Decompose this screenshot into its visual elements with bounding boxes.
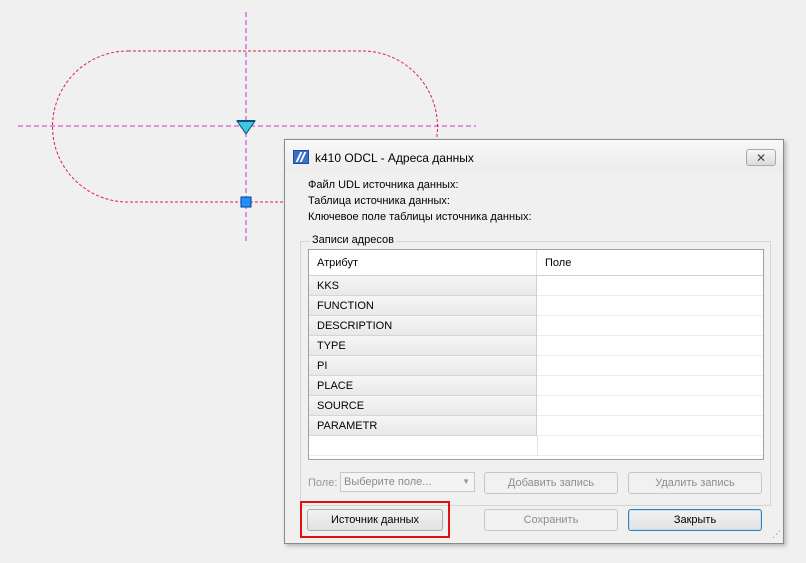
table-row[interactable]: PI	[309, 356, 763, 376]
key-field-label: Ключевое поле таблицы источника данных:	[308, 211, 532, 223]
table-row[interactable]: PLACE	[309, 376, 763, 396]
attribute-cell[interactable]: PI	[309, 356, 537, 376]
table-row[interactable]: DESCRIPTION	[309, 316, 763, 336]
chevron-down-icon: ▼	[462, 477, 470, 486]
insertion-triangle-icon[interactable]	[236, 120, 256, 135]
add-record-button[interactable]: Добавить запись	[484, 472, 618, 494]
address-dialog: k410 ODCL - Адреса данных ✕ Файл UDL ист…	[284, 139, 784, 544]
grid-body: KKS FUNCTION DESCRIPTION TYPE PI PLACE SOURCE P…	[309, 276, 763, 456]
attribute-cell[interactable]: FUNCTION	[309, 296, 537, 316]
udl-file-label: Файл UDL источника данных:	[308, 179, 459, 191]
field-cell[interactable]	[537, 336, 763, 356]
highlight-box	[300, 501, 450, 538]
field-cell[interactable]	[537, 416, 763, 436]
attribute-cell[interactable]: SOURCE	[309, 396, 537, 416]
table-row[interactable]: KKS	[309, 276, 763, 296]
table-row[interactable]: FUNCTION	[309, 296, 763, 316]
app-icon	[293, 150, 309, 164]
attribute-cell[interactable]: PLACE	[309, 376, 537, 396]
field-select[interactable]: Выберите поле... ▼	[340, 472, 475, 492]
attribute-cell[interactable]: KKS	[309, 276, 537, 296]
save-button[interactable]: Сохранить	[484, 509, 618, 531]
new-row-cell[interactable]	[537, 436, 763, 456]
close-icon[interactable]: ✕	[746, 149, 776, 166]
grip-square[interactable]	[240, 196, 252, 208]
column-header-field[interactable]: Поле	[537, 250, 763, 275]
resize-grip-icon[interactable]: ⋰	[772, 529, 781, 540]
new-row[interactable]	[309, 436, 763, 456]
field-cell[interactable]	[537, 296, 763, 316]
field-label: Поле:	[308, 477, 338, 489]
field-select-value: Выберите поле...	[344, 476, 432, 488]
attribute-cell[interactable]: PARAMETR	[309, 416, 537, 436]
dialog-title: k410 ODCL - Адреса данных	[315, 151, 474, 165]
table-row[interactable]: TYPE	[309, 336, 763, 356]
table-row[interactable]: SOURCE	[309, 396, 763, 416]
field-cell[interactable]	[537, 316, 763, 336]
close-button[interactable]: Закрыть	[628, 509, 762, 531]
column-header-attribute[interactable]: Атрибут	[309, 250, 537, 275]
delete-record-button[interactable]: Удалить запись	[628, 472, 762, 494]
field-cell[interactable]	[537, 276, 763, 296]
field-cell[interactable]	[537, 376, 763, 396]
title-bar[interactable]: k410 ODCL - Адреса данных ✕	[285, 140, 783, 171]
source-table-label: Таблица источника данных:	[308, 195, 450, 207]
table-row[interactable]: PARAMETR	[309, 416, 763, 436]
address-grid[interactable]: Атрибут Поле KKS FUNCTION DESCRIPTION TYPE P…	[308, 249, 764, 460]
group-label: Записи адресов	[310, 234, 396, 246]
field-cell[interactable]	[537, 356, 763, 376]
attribute-cell[interactable]: TYPE	[309, 336, 537, 356]
grid-header: Атрибут Поле	[309, 250, 763, 276]
field-cell[interactable]	[537, 396, 763, 416]
new-row-cell[interactable]	[309, 436, 538, 456]
attribute-cell[interactable]: DESCRIPTION	[309, 316, 537, 336]
